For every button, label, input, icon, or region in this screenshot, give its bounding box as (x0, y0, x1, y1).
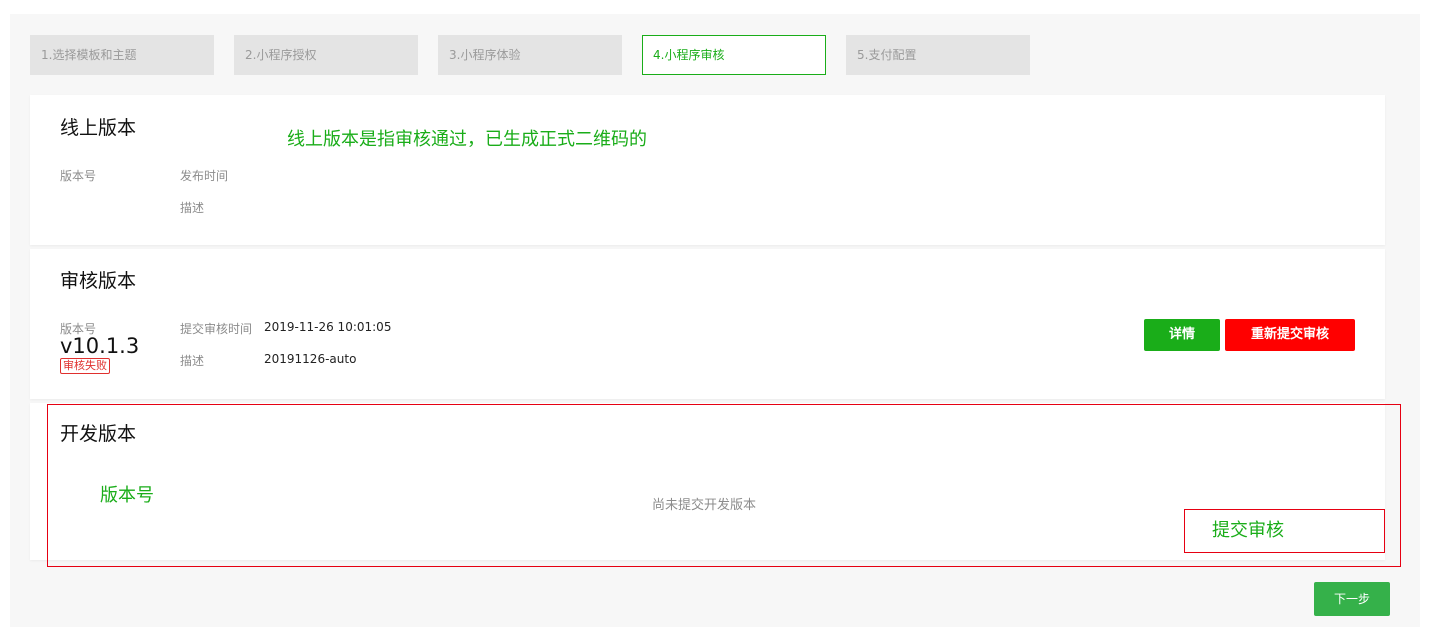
review-version-title: 审核版本 (60, 270, 137, 292)
online-desc-label: 描述 (180, 201, 205, 215)
online-version-card: 线上版本 线上版本是指审核通过，已生成正式二维码的 版本号 发布时间 描述 (30, 95, 1385, 245)
online-version-label: 版本号 (60, 169, 97, 183)
online-publish-time-label: 发布时间 (180, 169, 229, 183)
review-desc-value: 20191126-auto (264, 352, 357, 366)
step-authorize[interactable]: 2.小程序授权 (234, 35, 418, 75)
online-version-title: 线上版本 (60, 117, 137, 139)
online-version-annotation: 线上版本是指审核通过，已生成正式二维码的 (287, 129, 647, 150)
step-select-template[interactable]: 1.选择模板和主题 (30, 35, 214, 75)
review-submit-time-value: 2019-11-26 10:01:05 (264, 320, 392, 334)
review-version-value: v10.1.3 (60, 334, 140, 358)
step-payment[interactable]: 5.支付配置 (846, 35, 1030, 75)
review-desc-label: 描述 (180, 354, 205, 368)
next-step-button[interactable]: 下一步 (1314, 582, 1390, 616)
review-status-badge: 审核失败 (60, 358, 110, 374)
resubmit-review-button[interactable]: 重新提交审核 (1225, 319, 1355, 351)
step-experience[interactable]: 3.小程序体验 (438, 35, 622, 75)
submit-review-annotation[interactable]: 提交审核 (1212, 516, 1284, 542)
detail-button[interactable]: 详情 (1144, 319, 1220, 351)
step-review[interactable]: 4.小程序审核 (642, 35, 826, 75)
review-submit-time-label: 提交审核时间 (180, 322, 253, 336)
review-version-card: 审核版本 版本号 v10.1.3 审核失败 提交审核时间 2019-11-26 … (30, 249, 1385, 399)
